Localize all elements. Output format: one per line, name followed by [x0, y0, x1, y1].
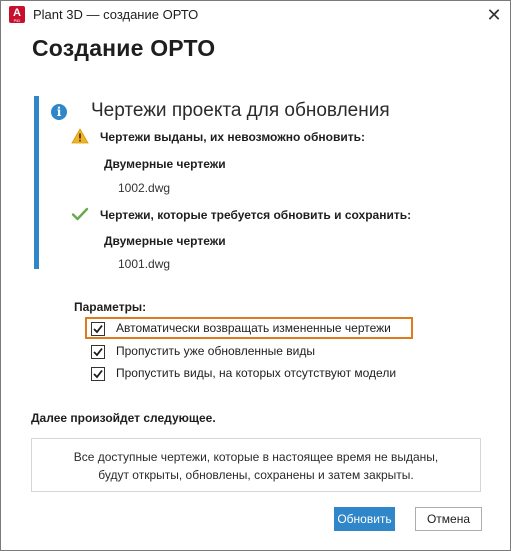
- issued-drawings-label: Чертежи выданы, их невозможно обновить:: [100, 130, 365, 144]
- info-title: Чертежи проекта для обновления: [91, 100, 390, 121]
- app-icon: A PID: [9, 6, 25, 23]
- checkbox-label[interactable]: Автоматически возвращать измененные черт…: [116, 321, 391, 335]
- title-bar: A PID Plant 3D — создание ОРТО ✕: [1, 1, 510, 29]
- update-drawings-label: Чертежи, которые требуется обновить и со…: [100, 208, 412, 222]
- checkmark-icon: [93, 369, 103, 379]
- checkbox-box[interactable]: [91, 367, 105, 381]
- window-title: Plant 3D — создание ОРТО: [33, 7, 199, 22]
- checkbox-box[interactable]: [91, 345, 105, 359]
- next-steps-title: Далее произойдет следующее.: [31, 411, 216, 425]
- update-file-item: 1001.dwg: [118, 257, 171, 271]
- checkmark-icon: [93, 347, 103, 357]
- info-panel: i Чертежи проекта для обновления Чертежи…: [34, 96, 474, 271]
- next-steps-text: Все доступные чертежи, которые в настоящ…: [32, 448, 480, 484]
- dialog-window: A PID Plant 3D — создание ОРТО ✕ Создани…: [0, 0, 511, 551]
- next-steps-line-2: будут открыты, обновлены, сохранены и за…: [98, 468, 414, 482]
- close-icon: ✕: [486, 5, 502, 25]
- checkbox-label[interactable]: Пропустить виды, на которых отсутствуют …: [116, 366, 396, 380]
- warning-icon: [71, 128, 89, 149]
- checkmark-icon: [93, 324, 103, 334]
- close-button[interactable]: ✕: [478, 1, 510, 29]
- dialog-heading: Создание ОРТО: [32, 35, 216, 61]
- next-steps-box: Все доступные чертежи, которые в настоящ…: [31, 438, 481, 492]
- info-icon: i: [51, 104, 67, 120]
- cancel-button[interactable]: Отмена: [415, 507, 482, 531]
- issued-category-label: Двумерные чертежи: [104, 157, 226, 171]
- params-title: Параметры:: [74, 300, 147, 314]
- next-steps-line-1: Все доступные чертежи, которые в настоящ…: [73, 450, 439, 464]
- issued-file-item: 1002.dwg: [118, 181, 171, 195]
- checkbox-box[interactable]: [91, 322, 105, 336]
- checkmark-icon: [71, 206, 89, 227]
- checkbox-label[interactable]: Пропустить уже обновленные виды: [116, 344, 315, 358]
- update-category-label: Двумерные чертежи: [104, 234, 226, 248]
- info-accent-bar: [34, 96, 39, 269]
- app-icon-sub: PID: [13, 18, 21, 23]
- update-button[interactable]: Обновить: [334, 507, 395, 531]
